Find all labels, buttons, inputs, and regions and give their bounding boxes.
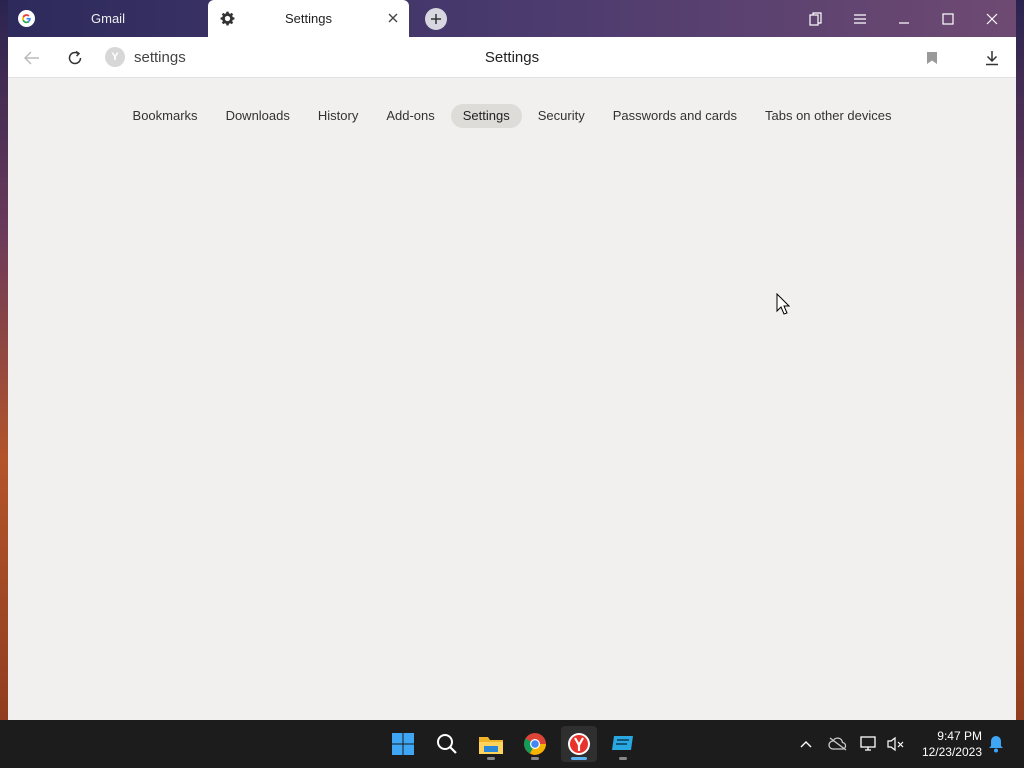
active-indicator [571, 757, 587, 760]
nav-security[interactable]: Security [526, 104, 597, 128]
collections-button[interactable] [794, 0, 838, 37]
reload-button[interactable] [64, 47, 86, 69]
nav-bookmarks[interactable]: Bookmarks [121, 104, 210, 128]
network-tray-button[interactable] [859, 734, 879, 754]
downloads-button[interactable] [981, 47, 1003, 69]
settings-nav: Bookmarks Downloads History Add-ons Sett… [8, 104, 1016, 128]
chevron-up-icon [800, 741, 812, 748]
show-hidden-icons-button[interactable] [796, 734, 816, 754]
chrome-button[interactable] [517, 726, 553, 762]
windows-start-icon [392, 733, 414, 755]
chrome-icon [524, 733, 546, 755]
volume-muted-icon [887, 736, 904, 752]
app-button[interactable] [605, 726, 641, 762]
back-arrow-icon [24, 51, 39, 65]
cloud-offline-icon [828, 737, 847, 751]
taskbar-search-button[interactable] [429, 726, 465, 762]
onedrive-tray-button[interactable] [828, 734, 848, 754]
nav-add-ons[interactable]: Add-ons [374, 104, 446, 128]
nav-downloads[interactable]: Downloads [214, 104, 302, 128]
clock-date: 12/23/2023 [921, 745, 982, 759]
nav-history[interactable]: History [306, 104, 370, 128]
running-indicator [487, 757, 495, 760]
browser-window: Gmail Settings Y settings Settings Bookm… [8, 0, 1016, 720]
tab-strip: Gmail Settings [8, 0, 1016, 37]
close-icon [986, 13, 998, 24]
system-clock[interactable]: 9:47 PM 12/23/2023 [912, 728, 982, 760]
running-indicator [531, 757, 539, 760]
download-icon [986, 51, 998, 66]
tab-gmail[interactable]: Gmail [8, 0, 208, 37]
maximize-icon [942, 12, 954, 25]
bookmark-button[interactable] [921, 47, 943, 69]
tab-title-settings: Settings [285, 11, 332, 26]
close-window-button[interactable] [970, 0, 1014, 37]
yandex-badge-icon[interactable]: Y [105, 47, 125, 67]
plus-icon [431, 14, 441, 24]
reload-icon [68, 50, 82, 65]
new-tab-button[interactable] [425, 8, 447, 30]
back-button[interactable] [21, 47, 43, 69]
minimize-icon [899, 21, 909, 24]
volume-tray-button[interactable] [886, 734, 906, 754]
collections-icon [809, 11, 822, 26]
search-icon [437, 734, 457, 754]
tab-settings[interactable]: Settings [208, 0, 409, 37]
browser-toolbar: Y settings Settings [8, 37, 1016, 78]
bookmark-icon [927, 52, 937, 64]
nav-passwords-and-cards[interactable]: Passwords and cards [601, 104, 749, 128]
clock-time: 9:47 PM [937, 729, 982, 743]
tab-title-gmail: Gmail [91, 11, 125, 26]
address-bar[interactable]: settings [134, 49, 186, 66]
yandex-browser-icon [568, 733, 590, 755]
mouse-cursor-icon [776, 293, 790, 315]
yandex-browser-button[interactable] [561, 726, 597, 762]
close-tab-icon[interactable] [385, 10, 401, 26]
hamburger-menu-icon [854, 13, 866, 24]
menu-button[interactable] [838, 0, 882, 37]
file-explorer-button[interactable] [473, 726, 509, 762]
taskbar: 9:47 PM 12/23/2023 [0, 720, 1024, 768]
notifications-button[interactable] [986, 734, 1006, 754]
maximize-button[interactable] [926, 0, 970, 37]
minimize-button[interactable] [882, 0, 926, 37]
app-icon [612, 736, 633, 750]
network-icon [860, 736, 876, 751]
bell-icon [989, 736, 1003, 753]
running-indicator [619, 757, 627, 760]
file-explorer-icon [479, 737, 503, 754]
nav-tabs-on-other-devices[interactable]: Tabs on other devices [753, 104, 903, 128]
start-button[interactable] [385, 726, 421, 762]
nav-settings[interactable]: Settings [450, 104, 522, 128]
